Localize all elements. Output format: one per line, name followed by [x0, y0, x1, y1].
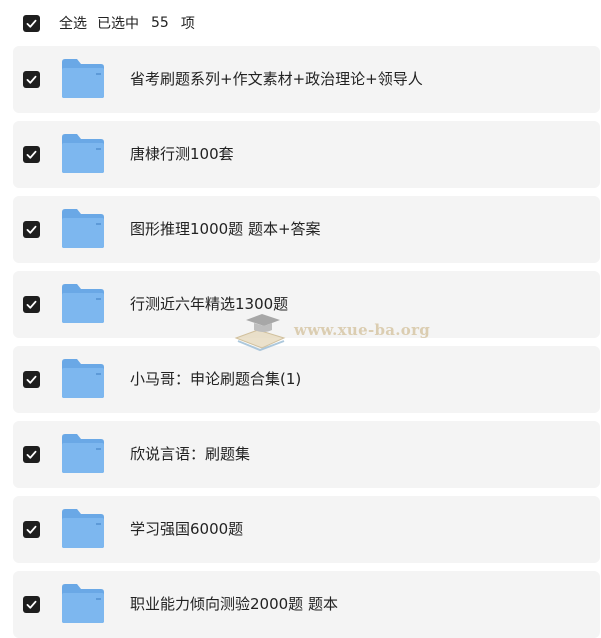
selection-summary: 全选 已选中 55 项 [59, 13, 195, 33]
row-checkbox[interactable] [23, 371, 40, 388]
checkmark-icon [26, 75, 37, 84]
folder-icon [62, 284, 104, 323]
selected-suffix: 项 [180, 16, 195, 32]
folder-row[interactable]: 学习强国6000题 [13, 496, 600, 563]
folder-name: 欣说言语：刷题集 [130, 445, 251, 463]
folder-name: 省考刷题系列+作文素材+政治理论+领导人 [130, 70, 423, 88]
folder-row[interactable]: 图形推理1000题 题本+答案 [13, 196, 600, 263]
folder-icon [62, 59, 104, 98]
folder-row[interactable]: 省考刷题系列+作文素材+政治理论+领导人 [13, 46, 600, 113]
checkmark-icon [26, 600, 37, 609]
row-checkbox[interactable] [23, 146, 40, 163]
folder-name: 行测近六年精选1300题 [130, 295, 289, 313]
folder-row[interactable]: 欣说言语：刷题集 [13, 421, 600, 488]
select-all-label[interactable]: 全选 [59, 13, 87, 33]
checkmark-icon [26, 450, 37, 459]
checkmark-icon [26, 375, 37, 384]
folder-row[interactable]: 行测近六年精选1300题 [13, 271, 600, 338]
checkmark-icon [26, 19, 37, 28]
row-checkbox[interactable] [23, 596, 40, 613]
row-checkbox[interactable] [23, 71, 40, 88]
folder-row[interactable]: 唐棣行测100套 [13, 121, 600, 188]
selection-header: 全选 已选中 55 项 [0, 0, 601, 46]
folder-row[interactable]: 职业能力倾向测验2000题 题本 [13, 571, 600, 638]
folder-name: 小马哥：申论刷题合集(1) [130, 370, 302, 388]
selected-count: 55 [151, 15, 169, 31]
checkmark-icon [26, 225, 37, 234]
folder-name: 学习强国6000题 [130, 520, 244, 538]
select-all-checkbox[interactable] [23, 14, 40, 32]
folder-icon [62, 434, 104, 473]
folder-icon [62, 134, 104, 173]
row-checkbox[interactable] [23, 446, 40, 463]
folder-name: 图形推理1000题 题本+答案 [130, 220, 321, 238]
row-checkbox[interactable] [23, 221, 40, 238]
folder-name: 职业能力倾向测验2000题 题本 [130, 595, 338, 613]
folder-name: 唐棣行测100套 [130, 145, 234, 163]
folder-icon [62, 584, 104, 623]
row-checkbox[interactable] [23, 296, 40, 313]
checkmark-icon [26, 525, 37, 534]
folder-row[interactable]: 小马哥：申论刷题合集(1) [13, 346, 600, 413]
checkmark-icon [26, 150, 37, 159]
folder-icon [62, 509, 104, 548]
checkmark-icon [26, 300, 37, 309]
selected-prefix: 已选中 [97, 16, 139, 32]
folder-icon [62, 359, 104, 398]
folder-icon [62, 209, 104, 248]
row-checkbox[interactable] [23, 521, 40, 538]
